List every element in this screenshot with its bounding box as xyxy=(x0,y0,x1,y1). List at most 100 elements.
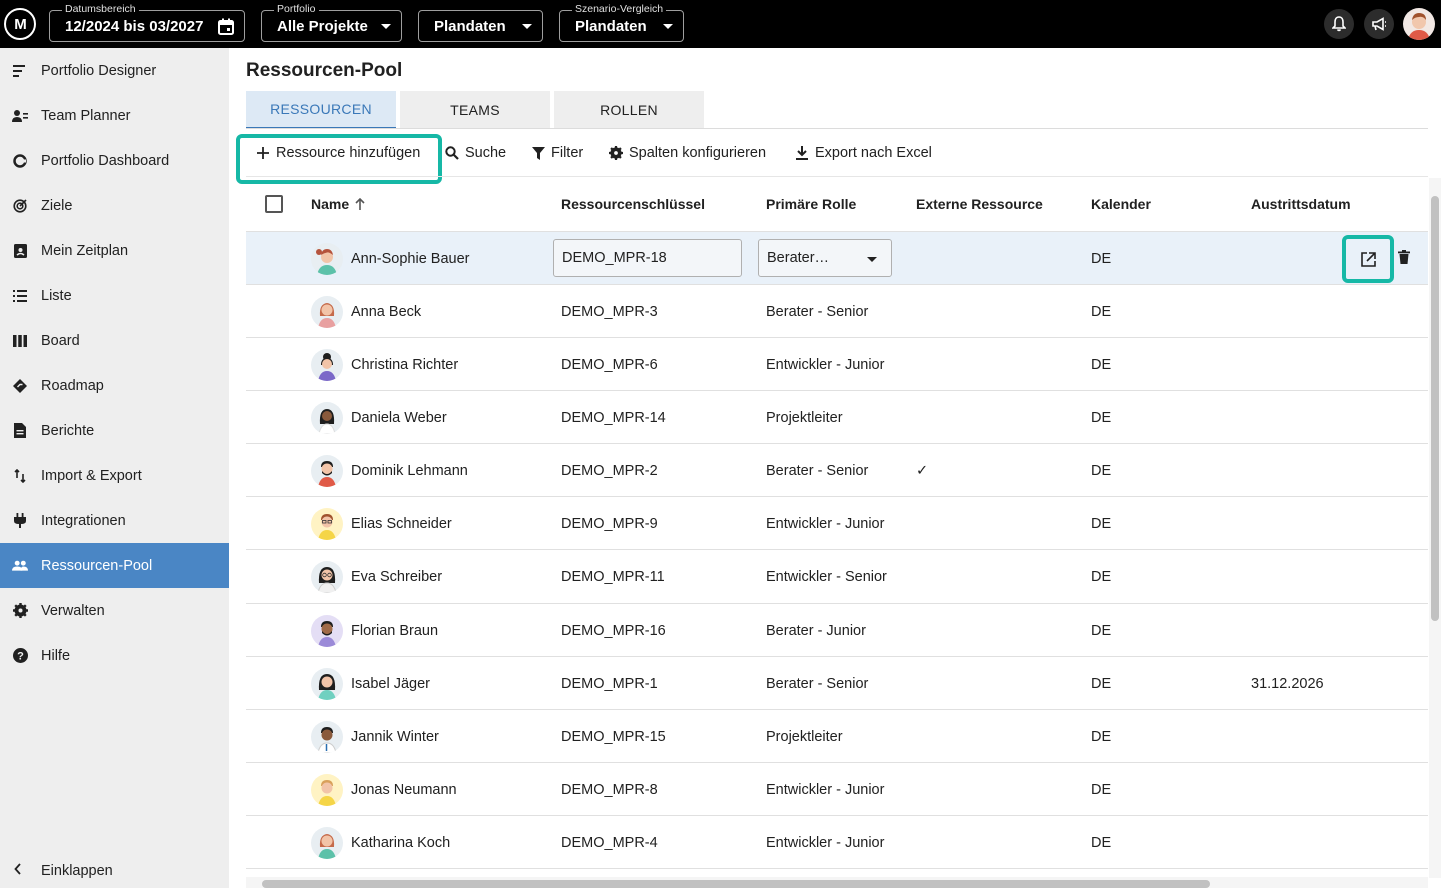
sidebar-item-label: Board xyxy=(41,332,80,349)
resource-name: Isabel Jäger xyxy=(351,675,430,692)
calendar-value: DE xyxy=(1091,409,1112,426)
table-row[interactable]: Eva Schreiber DEMO_MPR-11 Entwickler - S… xyxy=(246,550,1428,604)
sidebar-item-ressourcen-pool[interactable]: Ressourcen-Pool xyxy=(0,543,229,588)
user-avatar[interactable] xyxy=(1403,8,1435,40)
bell-icon[interactable] xyxy=(1324,9,1354,39)
collapse-label: Einklappen xyxy=(41,863,113,879)
open-details-button[interactable] xyxy=(1342,235,1394,283)
configure-columns-label: Spalten konfigurieren xyxy=(629,145,767,161)
data-source-select[interactable]: Plandaten xyxy=(418,10,543,42)
scenario-select[interactable]: Szenario-Vergleich Plandaten xyxy=(559,3,684,42)
horizontal-scrollbar[interactable] xyxy=(246,877,1428,888)
portfolio-select[interactable]: Portfolio Alle Projekte xyxy=(261,3,402,42)
column-header-name[interactable]: Name xyxy=(311,196,365,212)
plug-icon xyxy=(12,513,28,529)
sidebar-item-label: Berichte xyxy=(41,422,95,439)
column-header-resource-key[interactable]: Ressourcenschlüssel xyxy=(561,196,705,212)
search-label: Suche xyxy=(465,145,507,161)
chevron-left-icon xyxy=(14,863,26,879)
sidebar-item-mein-zeitplan[interactable]: Mein Zeitplan xyxy=(0,228,229,273)
exit-date: 31.12.2026 xyxy=(1251,675,1324,692)
table-row[interactable]: Daniela Weber DEMO_MPR-14 Projektleiter … xyxy=(246,391,1428,444)
filter-button[interactable]: Filter xyxy=(531,142,583,164)
sidebar-item-portfolio-dashboard[interactable]: Portfolio Dashboard xyxy=(0,138,229,183)
page-title: Ressourcen-Pool xyxy=(246,60,403,81)
sidebar-item-liste[interactable]: Liste xyxy=(0,273,229,318)
vertical-scroll-thumb[interactable] xyxy=(1431,196,1439,621)
sidebar-item-roadmap[interactable]: Roadmap xyxy=(0,363,229,408)
external-checkmark: ✓ xyxy=(916,462,929,479)
vertical-scrollbar[interactable] xyxy=(1429,178,1441,878)
primary-role: Entwickler - Senior xyxy=(766,569,887,585)
download-icon xyxy=(795,146,809,160)
collapse-sidebar-button[interactable]: Einklappen xyxy=(0,849,229,888)
column-header-calendar[interactable]: Kalender xyxy=(1091,196,1151,212)
avatar xyxy=(311,508,343,540)
resource-name: Eva Schreiber xyxy=(351,569,443,585)
resource-name: Jannik Winter xyxy=(351,728,439,745)
add-resource-button[interactable]: Ressource hinzufügen xyxy=(256,142,420,164)
filter-label: Filter xyxy=(551,145,584,161)
tab-divider xyxy=(246,128,1428,129)
resource-name: Ann-Sophie Bauer xyxy=(351,250,470,267)
sidebar: Portfolio Designer Team Planner Portfoli… xyxy=(0,48,229,888)
avatar xyxy=(311,721,343,753)
export-excel-button[interactable]: Export nach Excel xyxy=(795,142,932,164)
table-row[interactable]: Dominik Lehmann DEMO_MPR-2 Berater - Sen… xyxy=(246,444,1428,497)
table-row[interactable]: Ann-Sophie Bauer DEMO_MPR-18 Berater… DE xyxy=(246,232,1428,285)
tab-teams[interactable]: TEAMS xyxy=(400,91,550,129)
table-row[interactable]: Elias Schneider DEMO_MPR-9 Entwickler - … xyxy=(246,497,1428,550)
avatar xyxy=(311,827,343,859)
sidebar-item-label: Portfolio Dashboard xyxy=(41,152,170,169)
avatar xyxy=(311,561,343,593)
resource-name: Daniela Weber xyxy=(351,409,447,426)
horizontal-scroll-thumb[interactable] xyxy=(262,880,1210,888)
sidebar-item-ziele[interactable]: Ziele xyxy=(0,183,229,228)
trash-icon[interactable] xyxy=(1398,250,1412,266)
calendar-value: DE xyxy=(1091,250,1112,267)
resource-key-input[interactable]: DEMO_MPR-18 xyxy=(553,239,742,277)
list-icon xyxy=(12,288,28,304)
data-source-value: Plandaten xyxy=(434,17,506,35)
tab-ressourcen[interactable]: RESSOURCEN xyxy=(246,91,396,129)
search-button[interactable]: Suche xyxy=(445,142,506,164)
tab-rollen[interactable]: ROLLEN xyxy=(554,91,704,129)
select-all-checkbox[interactable] xyxy=(265,195,283,213)
portfolio-value: Alle Projekte xyxy=(277,17,368,35)
sidebar-item-hilfe[interactable]: ? Hilfe xyxy=(0,633,229,678)
resource-key: DEMO_MPR-9 xyxy=(561,515,658,532)
sidebar-item-integrationen[interactable]: Integrationen xyxy=(0,498,229,543)
column-header-external[interactable]: Externe Ressource xyxy=(916,196,1043,212)
table-row[interactable]: Katharina Koch DEMO_MPR-4 Entwickler - J… xyxy=(246,816,1428,869)
resource-key: DEMO_MPR-6 xyxy=(561,356,658,373)
table-row[interactable]: Florian Braun DEMO_MPR-16 Berater - Juni… xyxy=(246,604,1428,657)
sidebar-item-label: Import & Export xyxy=(41,467,142,484)
sidebar-item-portfolio-designer[interactable]: Portfolio Designer xyxy=(0,48,229,93)
table-row[interactable]: Jannik Winter DEMO_MPR-15 Projektleiter … xyxy=(246,710,1428,763)
app-logo[interactable]: M xyxy=(4,8,36,40)
table-row[interactable]: Jonas Neumann DEMO_MPR-8 Entwickler - Ju… xyxy=(246,763,1428,816)
resource-key: DEMO_MPR-8 xyxy=(561,781,658,798)
sidebar-item-board[interactable]: Board xyxy=(0,318,229,363)
configure-columns-button[interactable]: Spalten konfigurieren xyxy=(609,142,766,164)
table-row[interactable]: Christina Richter DEMO_MPR-6 Entwickler … xyxy=(246,338,1428,391)
people-icon xyxy=(12,558,28,574)
resource-key: DEMO_MPR-16 xyxy=(561,622,666,639)
sidebar-item-import-export[interactable]: Import & Export xyxy=(0,453,229,498)
megaphone-icon[interactable] xyxy=(1364,9,1394,39)
sidebar-item-team-planner[interactable]: Team Planner xyxy=(0,93,229,138)
sidebar-item-berichte[interactable]: Berichte xyxy=(0,408,229,453)
date-range-picker[interactable]: Datumsbereich 12/2024 bis 03/2027 xyxy=(49,3,245,42)
date-range-value: 12/2024 bis 03/2027 xyxy=(65,17,204,35)
report-icon xyxy=(12,423,28,439)
sidebar-item-verwalten[interactable]: Verwalten xyxy=(0,588,229,633)
table-row[interactable]: Isabel Jäger DEMO_MPR-1 Berater - Senior… xyxy=(246,657,1428,710)
portfolio-label: Portfolio xyxy=(274,3,319,15)
column-header-exit-date[interactable]: Austrittsdatum xyxy=(1251,196,1351,212)
resource-name: Dominik Lehmann xyxy=(351,462,468,479)
table-row[interactable]: Anna Beck DEMO_MPR-3 Berater - Senior DE xyxy=(246,285,1428,338)
chevron-down-icon xyxy=(663,23,673,29)
primary-role-select[interactable]: Berater… xyxy=(758,239,892,277)
sidebar-item-label: Team Planner xyxy=(41,107,131,124)
column-header-primary-role[interactable]: Primäre Rolle xyxy=(766,196,856,212)
